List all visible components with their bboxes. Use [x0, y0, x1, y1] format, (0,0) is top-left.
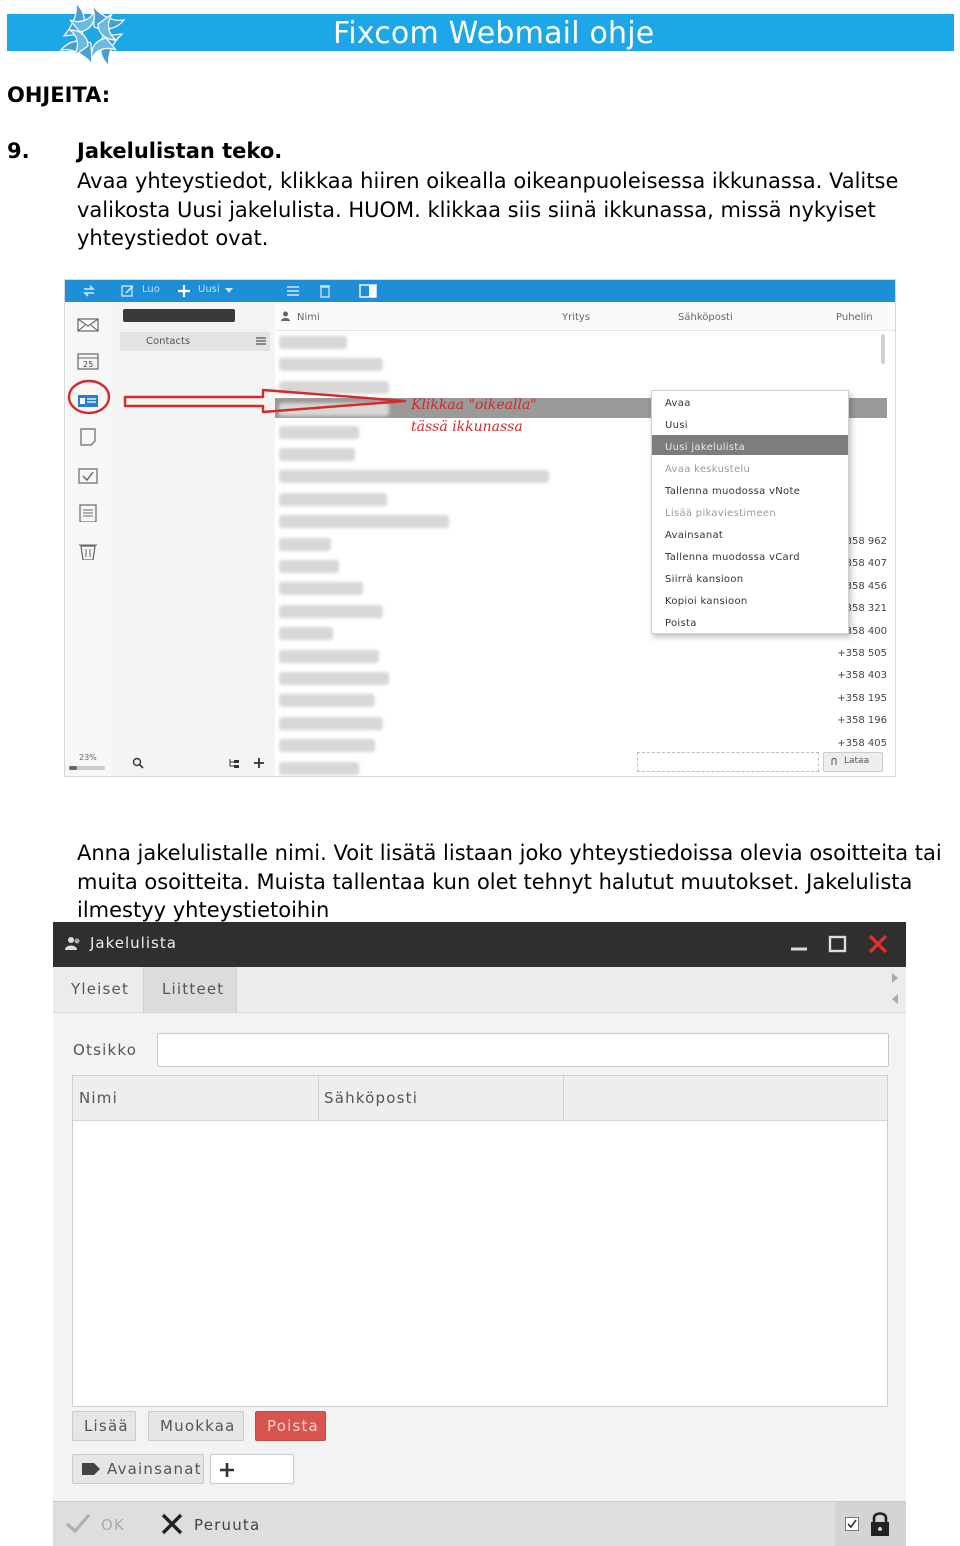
edit-button[interactable]: Muokkaa — [148, 1411, 244, 1441]
ok-button[interactable]: OK — [101, 1516, 125, 1534]
page-header-bar: Fixcom Webmail ohje — [7, 14, 954, 51]
delete-button-label: Poista — [267, 1417, 319, 1435]
tab-general-label: Yleiset — [71, 980, 130, 998]
column-separator — [563, 1076, 564, 1120]
contacts-screenshot: Luo Uusi 25 23% Contacts Nimi Yritys Säh… — [64, 279, 896, 777]
intro-heading: OHJEITA: — [7, 83, 111, 107]
context-menu-item[interactable]: Tallenna muodossa vCard — [665, 552, 800, 563]
annotation-line-2: tässä ikkunassa — [411, 419, 523, 435]
close-icon[interactable] — [867, 933, 889, 955]
annotation-line-1: Klikkaa "oikealla" — [411, 397, 537, 413]
context-menu: Avaa Uusi Uusi jakelulista Avaa keskustelu T… — [651, 390, 849, 634]
check-icon — [65, 1513, 91, 1534]
plus-icon — [220, 1463, 234, 1477]
dialog-title: Jakelulista — [90, 934, 177, 952]
add-button[interactable]: Lisää — [72, 1411, 136, 1441]
page-header-title: Fixcom Webmail ohje — [333, 16, 655, 51]
context-menu-item[interactable]: Avaa — [665, 398, 691, 409]
tab-general[interactable]: Yleiset — [53, 967, 143, 1013]
context-menu-item[interactable]: Uusi jakelulista — [665, 442, 745, 453]
cancel-button[interactable]: Peruuta — [194, 1516, 260, 1534]
minimize-icon[interactable] — [789, 936, 809, 954]
context-menu-item[interactable]: Kopioi kansioon — [665, 596, 748, 607]
section-title: Jakelulistan teko. — [77, 139, 283, 163]
tag-icon — [82, 1463, 100, 1475]
members-grid-header: Nimi Sähköposti — [73, 1076, 887, 1121]
maximize-icon[interactable] — [828, 935, 848, 953]
context-menu-item[interactable]: Uusi — [665, 420, 688, 431]
title-input[interactable] — [157, 1033, 889, 1067]
instruction-paragraph-2: Anna jakelulistalle nimi. Voit lisätä li… — [77, 841, 942, 922]
tab-attachments[interactable]: Liitteet — [143, 967, 237, 1013]
tab-scroll-arrows[interactable] — [890, 972, 900, 1008]
tab-attachments-label: Liitteet — [162, 980, 225, 998]
fixcom-logo — [59, 1, 126, 68]
add-keyword-button[interactable] — [210, 1454, 294, 1484]
delete-button[interactable]: Poista — [255, 1411, 326, 1441]
column-name[interactable]: Nimi — [79, 1089, 118, 1107]
cancel-icon — [161, 1513, 183, 1535]
context-menu-item[interactable]: Siirrä kansioon — [665, 574, 743, 585]
lock-icon[interactable] — [869, 1510, 891, 1538]
dialog-body: Otsikko Nimi Sähköposti Lisää Muokkaa Po… — [53, 1012, 906, 1501]
dialog-title-bar: Jakelulista — [53, 922, 906, 967]
context-menu-item[interactable]: Poista — [665, 618, 697, 629]
edit-button-label: Muokkaa — [160, 1417, 236, 1435]
context-menu-item[interactable]: Lisää pikaviestimeen — [665, 508, 776, 519]
instruction-paragraph-1: Avaa yhteystiedot, klikkaa hiiren oikeal… — [77, 169, 899, 250]
distribution-list-dialog: Jakelulista Yleiset Liitteet Otsikko Nim… — [53, 922, 906, 1546]
group-icon — [65, 937, 80, 950]
footer-security-area — [835, 1502, 906, 1546]
context-menu-item[interactable]: Avainsanat — [665, 530, 723, 541]
section-number: 9. — [7, 139, 30, 163]
keywords-button-label: Avainsanat — [107, 1460, 202, 1478]
dialog-footer: OK Peruuta — [53, 1501, 906, 1546]
context-menu-item[interactable]: Avaa keskustelu — [665, 464, 750, 475]
annotation-text: Klikkaa "oikealla" tässä ikkunassa — [411, 394, 537, 438]
add-button-label: Lisää — [84, 1417, 129, 1435]
context-menu-item[interactable]: Tallenna muodossa vNote — [665, 486, 800, 497]
members-grid[interactable]: Nimi Sähköposti — [72, 1075, 888, 1407]
checkbox-checked-icon[interactable] — [845, 1517, 859, 1531]
column-email[interactable]: Sähköposti — [324, 1089, 418, 1107]
keywords-button[interactable]: Avainsanat — [72, 1454, 204, 1484]
title-field-label: Otsikko — [73, 1041, 138, 1059]
column-separator — [318, 1076, 319, 1120]
